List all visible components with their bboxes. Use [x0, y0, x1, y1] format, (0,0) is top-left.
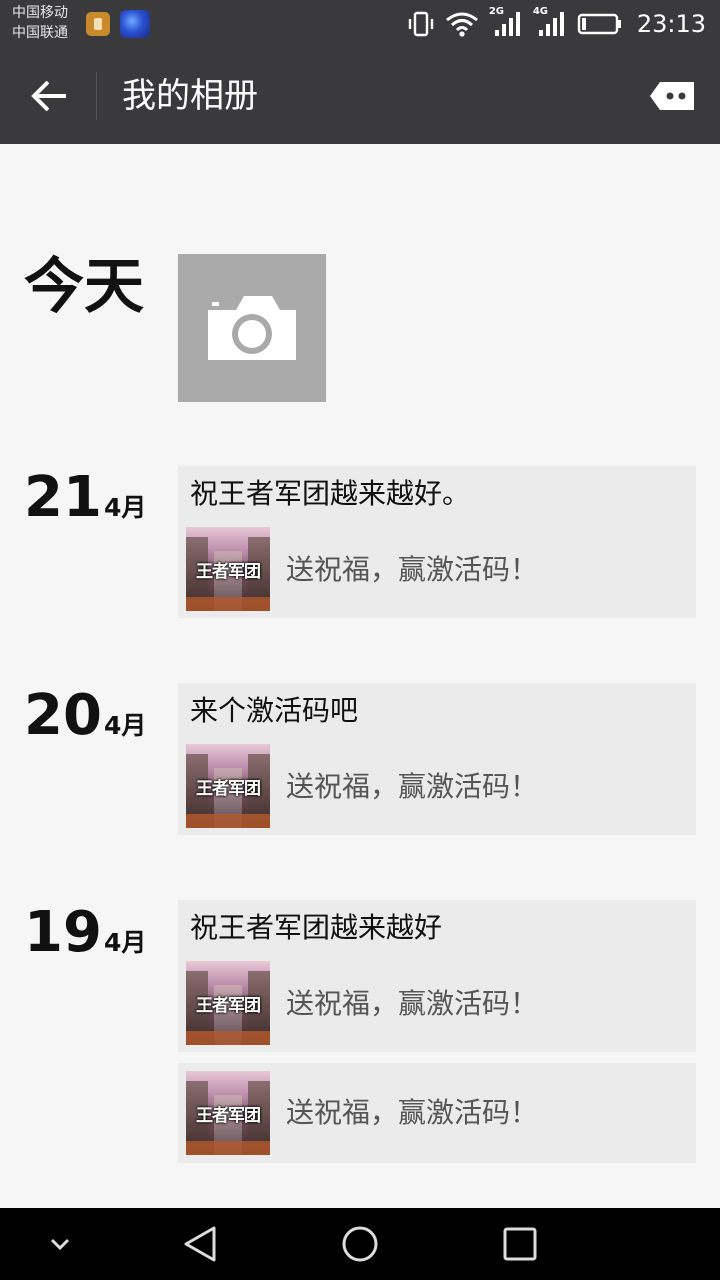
- signal-2g: 2G: [489, 0, 523, 48]
- carrier-2: 中国联通: [12, 25, 68, 41]
- signal-icon: [494, 12, 520, 36]
- camera-upload-button[interactable]: [178, 254, 326, 402]
- status-bar: 中国移动 中国联通 2G 4G 23:13: [0, 0, 720, 48]
- today-label: 今天: [24, 252, 144, 322]
- post-text: 祝王者军团越来越好: [190, 911, 443, 944]
- date-label: 204月: [24, 684, 146, 748]
- signal-icon: [538, 12, 564, 36]
- hide-nav-button[interactable]: [38, 1222, 82, 1266]
- day-number: 20: [24, 683, 102, 748]
- post-text: 祝王者军团越来越好。: [190, 477, 471, 510]
- share-text: 送祝福，赢激活码！: [286, 770, 539, 803]
- home-circle-icon: [342, 1226, 378, 1262]
- thumbnail-logo-text: 王者军团: [196, 562, 261, 582]
- battery-icon: [577, 13, 621, 35]
- wifi-icon: [445, 12, 478, 37]
- date-label: 194月: [24, 901, 146, 965]
- post-card[interactable]: 祝王者军团越来越好 王者军团 送祝福，赢激活码！: [178, 900, 696, 1052]
- camera-icon: [208, 296, 296, 360]
- post-card[interactable]: 祝王者军团越来越好。 王者军团 送祝福，赢激活码！: [178, 466, 696, 618]
- status-icons: 2G 4G 23:13: [407, 0, 706, 48]
- month-label: 4月: [103, 928, 147, 957]
- day-number: 21: [24, 465, 102, 530]
- post-thumbnail: 王者军团: [186, 527, 270, 611]
- recents-nav-button[interactable]: [498, 1222, 542, 1266]
- post-card[interactable]: 来个激活码吧 王者军团 送祝福，赢激活码！: [178, 683, 696, 835]
- share-text: 送祝福，赢激活码！: [286, 553, 539, 586]
- app-header: 我的相册: [0, 48, 720, 144]
- chevron-down-icon: [50, 1238, 70, 1251]
- date-label: 214月: [24, 466, 146, 530]
- thumbnail-logo-text: 王者军团: [196, 996, 261, 1016]
- post-thumbnail: 王者军团: [186, 1071, 270, 1155]
- post-thumbnail: 王者军团: [186, 744, 270, 828]
- share-text: 送祝福，赢激活码！: [286, 987, 539, 1020]
- header-divider: [96, 72, 97, 120]
- back-nav-button[interactable]: [178, 1222, 222, 1266]
- back-button[interactable]: [26, 72, 74, 120]
- day-number: 19: [24, 900, 102, 965]
- message-button[interactable]: [648, 78, 696, 114]
- back-arrow-icon: [31, 80, 66, 112]
- month-label: 4月: [103, 493, 147, 522]
- page-title: 我的相册: [122, 76, 258, 116]
- album-content: 今天 214月 祝王者军团越来越好。 王者军团 送祝福，赢激活码！ 204月 来…: [0, 144, 720, 1208]
- game-app-icon: [120, 10, 150, 38]
- carrier-1: 中国移动: [12, 5, 68, 21]
- message-bubble-icon: [650, 82, 694, 110]
- vibrate-icon: [408, 11, 434, 37]
- share-text: 送祝福，赢激活码！: [286, 1096, 539, 1129]
- sim-app-icon: [86, 12, 110, 36]
- thumbnail-logo-text: 王者军团: [196, 779, 261, 799]
- carrier-labels: 中国移动 中国联通: [12, 3, 68, 43]
- system-nav-bar: [0, 1208, 720, 1280]
- post-card[interactable]: 王者军团 送祝福，赢激活码！: [178, 1063, 696, 1163]
- square-recents-icon: [503, 1227, 537, 1261]
- signal-4g: 4G: [533, 0, 567, 48]
- clock: 23:13: [636, 10, 706, 38]
- triangle-back-icon: [184, 1226, 216, 1262]
- month-label: 4月: [103, 711, 147, 740]
- post-text: 来个激活码吧: [190, 694, 359, 727]
- thumbnail-logo-text: 王者军团: [196, 1106, 261, 1126]
- home-nav-button[interactable]: [338, 1222, 382, 1266]
- post-thumbnail: 王者军团: [186, 961, 270, 1045]
